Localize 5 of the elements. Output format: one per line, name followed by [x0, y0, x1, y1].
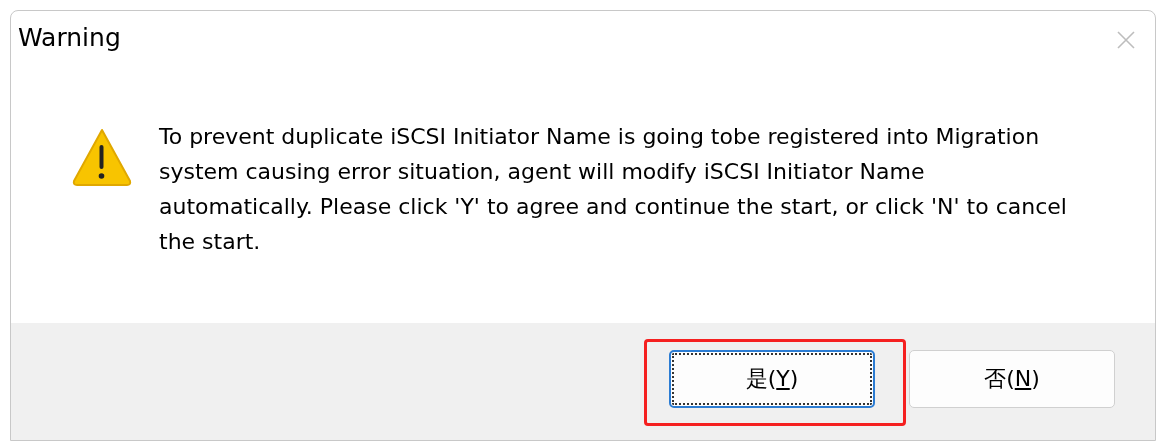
dialog-button[interactable]: 否(N) [909, 349, 1115, 408]
warning-message: To prevent duplicate iSCSI Initiator Name is going tobe registered into Migration system causing error situation, agent will modify iSCSI Initiator Name automatically. Please click 'Y' to agree and continue the start, or click 'N' to cancel the start. [159, 123, 1068, 256]
warning-icon [71, 127, 133, 187]
window-title: Warning [18, 22, 121, 54]
dialog-button[interactable]: 是(Y) [669, 349, 875, 408]
